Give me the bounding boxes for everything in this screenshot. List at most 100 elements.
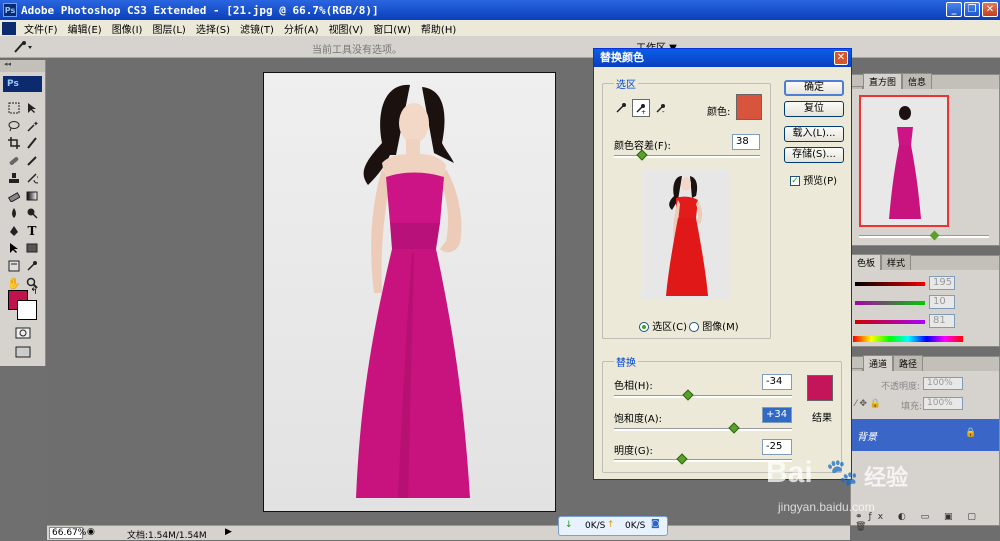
- menu-view[interactable]: 视图(V): [324, 21, 369, 36]
- tab-swatches[interactable]: 色板: [851, 254, 882, 270]
- result-color-swatch[interactable]: [807, 375, 833, 401]
- hue-label: 色相(H):: [614, 381, 653, 392]
- ps-menu-icon[interactable]: [2, 21, 16, 35]
- green-slider[interactable]: [855, 301, 925, 305]
- red-value[interactable]: 195: [929, 276, 955, 290]
- lock-icons[interactable]: ⁄ ✥ 🔒: [855, 399, 881, 409]
- menu-file[interactable]: 文件(F): [19, 21, 63, 36]
- document-photo[interactable]: [263, 72, 556, 512]
- eyedropper-icon[interactable]: [23, 258, 41, 274]
- blur-tool-icon[interactable]: [5, 205, 23, 221]
- move-tool-icon[interactable]: [23, 100, 41, 116]
- dodge-tool-icon[interactable]: [23, 205, 41, 221]
- menu-window[interactable]: 窗口(W): [368, 21, 416, 36]
- tab-histogram[interactable]: 直方图: [863, 73, 903, 89]
- eyedropper-minus-icon[interactable]: -: [652, 99, 670, 117]
- menu-select[interactable]: 选择(S): [191, 21, 235, 36]
- quick-mask-icon[interactable]: [14, 326, 32, 340]
- fill-field[interactable]: 100%: [923, 397, 963, 410]
- color-label: 颜色:: [707, 107, 731, 118]
- dialog-title: 替换颜色: [600, 51, 644, 64]
- close-button[interactable]: ✕: [982, 2, 998, 17]
- blue-value[interactable]: 81: [929, 314, 955, 328]
- clone-stamp-tool-icon[interactable]: [5, 170, 23, 186]
- menu-image[interactable]: 图像(I): [107, 21, 148, 36]
- reset-button[interactable]: 复位: [784, 101, 844, 117]
- pen-tool-icon[interactable]: [5, 223, 23, 239]
- rectangle-tool-icon[interactable]: [23, 240, 41, 256]
- magic-wand-tool-icon[interactable]: ✦: [23, 118, 41, 134]
- tab-navigator[interactable]: [851, 86, 863, 89]
- baidu-watermark: Bai 🐾 经验 jingyan.baidu.com: [760, 450, 950, 530]
- notes-tool-icon[interactable]: [5, 258, 23, 274]
- history-brush-tool-icon[interactable]: [23, 170, 41, 186]
- tab-channels[interactable]: 通道: [863, 355, 894, 371]
- background-color-swatch[interactable]: [17, 300, 37, 320]
- saturation-input[interactable]: +34: [762, 407, 792, 423]
- minimize-button[interactable]: _: [946, 2, 962, 17]
- eyedropper-plus-icon[interactable]: +: [632, 99, 650, 117]
- radio-selection-label: 选区(C): [652, 322, 687, 333]
- tab-layers[interactable]: [851, 368, 863, 371]
- lasso-tool-icon[interactable]: [5, 118, 23, 134]
- swap-colors-icon[interactable]: ↰: [29, 287, 39, 297]
- marquee-tool-icon[interactable]: [5, 100, 23, 116]
- radio-selection[interactable]: 选区(C): [639, 318, 687, 333]
- eyedropper-icon[interactable]: [612, 99, 630, 117]
- brush-tool-icon[interactable]: [23, 153, 41, 169]
- ok-button[interactable]: 确定: [784, 80, 844, 96]
- status-arrow-icon[interactable]: ▶: [225, 527, 232, 537]
- eyedropper-tool-icon[interactable]: [12, 40, 34, 54]
- toolbox-logo: Ps: [3, 76, 42, 92]
- upload-arrow-icon: ↑: [607, 520, 615, 530]
- gradient-tool-icon[interactable]: [23, 188, 41, 204]
- screen-mode-icon[interactable]: [14, 345, 32, 359]
- hand-tool-icon[interactable]: ✋: [5, 275, 23, 291]
- preview-checkbox[interactable]: ✓ 预览(P): [790, 172, 837, 187]
- hue-input[interactable]: -34: [762, 374, 792, 390]
- type-tool-icon[interactable]: T: [23, 223, 41, 239]
- slice-tool-icon[interactable]: [23, 135, 41, 151]
- menu-help[interactable]: 帮助(H): [416, 21, 461, 36]
- green-value[interactable]: 10: [929, 295, 955, 309]
- network-icon[interactable]: ◙: [651, 519, 660, 529]
- selection-preview: [642, 170, 730, 300]
- opacity-field[interactable]: 100%: [923, 377, 963, 390]
- layer-name: 背景: [857, 432, 877, 443]
- navigator-zoom-thumb[interactable]: [929, 230, 940, 241]
- dialog-title-bar[interactable]: 替换颜色 ✕: [594, 49, 851, 67]
- layer-row-background[interactable]: 背景 🔒: [851, 419, 999, 451]
- menu-edit[interactable]: 编辑(E): [63, 21, 107, 36]
- network-speed-widget: ↓ 0K/S ↑ 0K/S ◙: [558, 516, 668, 536]
- tab-info[interactable]: 信息: [902, 73, 933, 89]
- tab-styles[interactable]: 样式: [881, 254, 912, 270]
- watermark-url: jingyan.baidu.com: [778, 500, 875, 514]
- toolbox-grip[interactable]: ◂◂: [0, 60, 45, 72]
- blue-slider[interactable]: [855, 320, 925, 324]
- crop-tool-icon[interactable]: [5, 135, 23, 151]
- menu-filter[interactable]: 滤镜(T): [235, 21, 279, 36]
- menu-analysis[interactable]: 分析(A): [279, 21, 324, 36]
- restore-button[interactable]: ❐: [964, 2, 980, 17]
- saturation-slider[interactable]: [614, 428, 792, 431]
- navigator-thumbnail[interactable]: [859, 95, 949, 227]
- menu-layer[interactable]: 图层(L): [147, 21, 190, 36]
- healing-brush-tool-icon[interactable]: [5, 153, 23, 169]
- navigator-zoom-slider[interactable]: [859, 235, 989, 238]
- zoom-field[interactable]: 66.67%: [49, 527, 86, 539]
- selection-color-swatch[interactable]: [736, 94, 762, 120]
- radio-image[interactable]: 图像(M): [689, 318, 739, 333]
- lightness-label: 明度(G):: [614, 446, 653, 457]
- fuzziness-input[interactable]: 38: [732, 134, 760, 150]
- eraser-tool-icon[interactable]: [5, 188, 23, 204]
- path-selection-tool-icon[interactable]: [5, 240, 23, 256]
- save-button[interactable]: 存储(S)...: [784, 147, 844, 163]
- color-ramp[interactable]: [853, 336, 963, 342]
- status-info-icon[interactable]: ◉: [87, 527, 95, 537]
- toolbox: ◂◂ Ps ✦ T ✋ ↰: [0, 60, 46, 366]
- load-button[interactable]: 载入(L)...: [784, 126, 844, 142]
- red-slider[interactable]: [855, 282, 925, 286]
- hue-slider[interactable]: [614, 395, 792, 398]
- tab-paths[interactable]: 路径: [893, 355, 924, 371]
- dialog-close-button[interactable]: ✕: [834, 51, 848, 65]
